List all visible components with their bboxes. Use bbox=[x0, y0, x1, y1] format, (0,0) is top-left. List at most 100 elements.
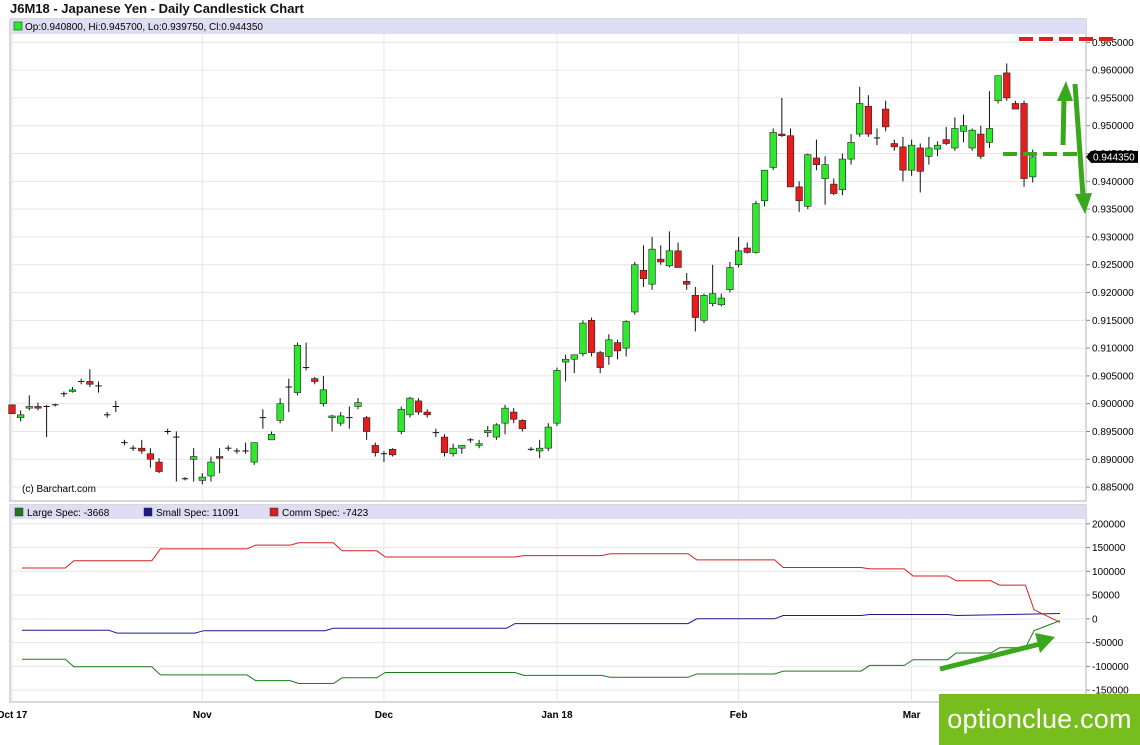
candle-body bbox=[994, 75, 1002, 102]
candle bbox=[414, 398, 423, 415]
candle-body bbox=[146, 453, 155, 460]
candle-body bbox=[553, 370, 561, 424]
candle bbox=[752, 200, 760, 254]
candle-body bbox=[907, 144, 916, 171]
candle-body bbox=[596, 352, 604, 368]
candle bbox=[553, 367, 561, 426]
candle-body bbox=[639, 269, 648, 279]
candle-body bbox=[354, 402, 362, 407]
last-price-tag: 0.944350 bbox=[1086, 150, 1138, 163]
candle-body bbox=[890, 143, 898, 148]
candle-body bbox=[267, 433, 276, 441]
candle-body bbox=[959, 125, 968, 132]
cot-legend-label: Large Spec: -3668 bbox=[27, 508, 110, 519]
svg-text:0.944350: 0.944350 bbox=[1093, 152, 1135, 163]
candle-body bbox=[847, 142, 855, 160]
price-tick-label: 0.900000 bbox=[1092, 399, 1134, 410]
price-tick-label: 0.950000 bbox=[1092, 121, 1134, 132]
candle-body bbox=[510, 411, 518, 420]
candle-body bbox=[605, 339, 613, 357]
cot-legend-label: Comm Spec: -7423 bbox=[282, 508, 369, 519]
price-tick-label: 0.905000 bbox=[1092, 371, 1134, 382]
ohlc-legend-swatch bbox=[13, 21, 23, 31]
cot-axis: 200000150000100000500000-50000-100000-15… bbox=[1086, 519, 1129, 697]
candle-body bbox=[138, 447, 146, 452]
candle-body bbox=[830, 183, 838, 194]
candle-body bbox=[821, 164, 829, 179]
candle-body bbox=[942, 139, 950, 144]
cot-tick-label: 150000 bbox=[1092, 543, 1126, 554]
candle bbox=[760, 169, 769, 207]
candle-body bbox=[579, 322, 587, 354]
candle bbox=[994, 75, 1002, 104]
candle bbox=[250, 442, 258, 465]
candle bbox=[544, 423, 552, 451]
candle-body bbox=[717, 297, 725, 306]
candle-body bbox=[804, 154, 812, 207]
x-tick-label: Jan 18 bbox=[541, 710, 573, 721]
candle-body bbox=[709, 293, 717, 304]
candle-body bbox=[925, 147, 933, 157]
candle-body bbox=[674, 250, 682, 268]
candle-body bbox=[492, 424, 501, 438]
candle-body bbox=[977, 133, 985, 157]
price-tick-label: 0.940000 bbox=[1092, 177, 1134, 188]
candle-body bbox=[207, 461, 215, 477]
candle-body bbox=[328, 415, 336, 418]
candle bbox=[804, 153, 812, 210]
candle-body bbox=[518, 420, 526, 430]
candle-body bbox=[484, 430, 492, 433]
cot-tick-label: 200000 bbox=[1092, 519, 1126, 530]
candle-body bbox=[587, 320, 596, 353]
candle bbox=[700, 293, 708, 324]
candle-body bbox=[778, 133, 786, 137]
price-tick-label: 0.910000 bbox=[1092, 344, 1134, 355]
cot-tick-label: 0 bbox=[1092, 614, 1098, 625]
candle-body bbox=[622, 321, 630, 349]
cot-tick-label: -50000 bbox=[1092, 638, 1124, 649]
cot-legend-label: Small Spec: 11091 bbox=[156, 508, 240, 519]
candle-body bbox=[570, 354, 578, 360]
candle-body bbox=[311, 378, 319, 382]
candle-body bbox=[743, 247, 751, 253]
price-tick-label: 0.890000 bbox=[1092, 455, 1134, 466]
barchart-credit: (c) Barchart.com bbox=[22, 484, 96, 495]
candle-body bbox=[864, 105, 872, 135]
price-tick-label: 0.920000 bbox=[1092, 288, 1134, 299]
price-tick-label: 0.935000 bbox=[1092, 205, 1134, 216]
candle bbox=[492, 423, 501, 440]
x-tick-label: Mar bbox=[903, 710, 921, 721]
cot-legend-swatch bbox=[14, 507, 24, 517]
price-tick-label: 0.960000 bbox=[1092, 66, 1134, 77]
candle-body bbox=[1029, 156, 1037, 178]
candle-body bbox=[423, 411, 431, 416]
candle bbox=[579, 320, 587, 357]
candle bbox=[587, 317, 596, 357]
x-tick-label: Dec bbox=[375, 710, 394, 721]
price-axis: 0.9650000.9600000.9550000.9500000.945000… bbox=[1086, 38, 1134, 494]
cot-tick-label: 50000 bbox=[1092, 591, 1120, 602]
candle-body bbox=[899, 146, 907, 171]
candle-body bbox=[734, 250, 743, 266]
candle-body bbox=[250, 442, 258, 463]
candle-body bbox=[86, 381, 94, 385]
candle-body bbox=[561, 358, 570, 363]
cot-legend-swatch bbox=[143, 507, 153, 517]
price-tick-label: 0.930000 bbox=[1092, 232, 1134, 243]
candle-body bbox=[657, 258, 665, 263]
candle-body bbox=[985, 128, 994, 143]
candle-body bbox=[190, 456, 198, 460]
x-axis: Oct 17 Nov Dec Jan 18 Feb Mar bbox=[0, 710, 921, 721]
chart-title: J6M18 - Japanese Yen - Daily Candlestick… bbox=[10, 1, 305, 16]
candle-body bbox=[68, 389, 77, 392]
candle-body bbox=[631, 264, 639, 313]
price-tick-label: 0.895000 bbox=[1092, 427, 1134, 438]
price-tick-label: 0.925000 bbox=[1092, 260, 1134, 271]
x-tick-label: Oct 17 bbox=[0, 710, 28, 721]
candle-body bbox=[337, 415, 345, 424]
candle-body bbox=[475, 443, 483, 446]
candle bbox=[406, 397, 414, 418]
candle bbox=[769, 128, 777, 171]
candle bbox=[631, 261, 639, 315]
candle-body bbox=[319, 389, 328, 405]
